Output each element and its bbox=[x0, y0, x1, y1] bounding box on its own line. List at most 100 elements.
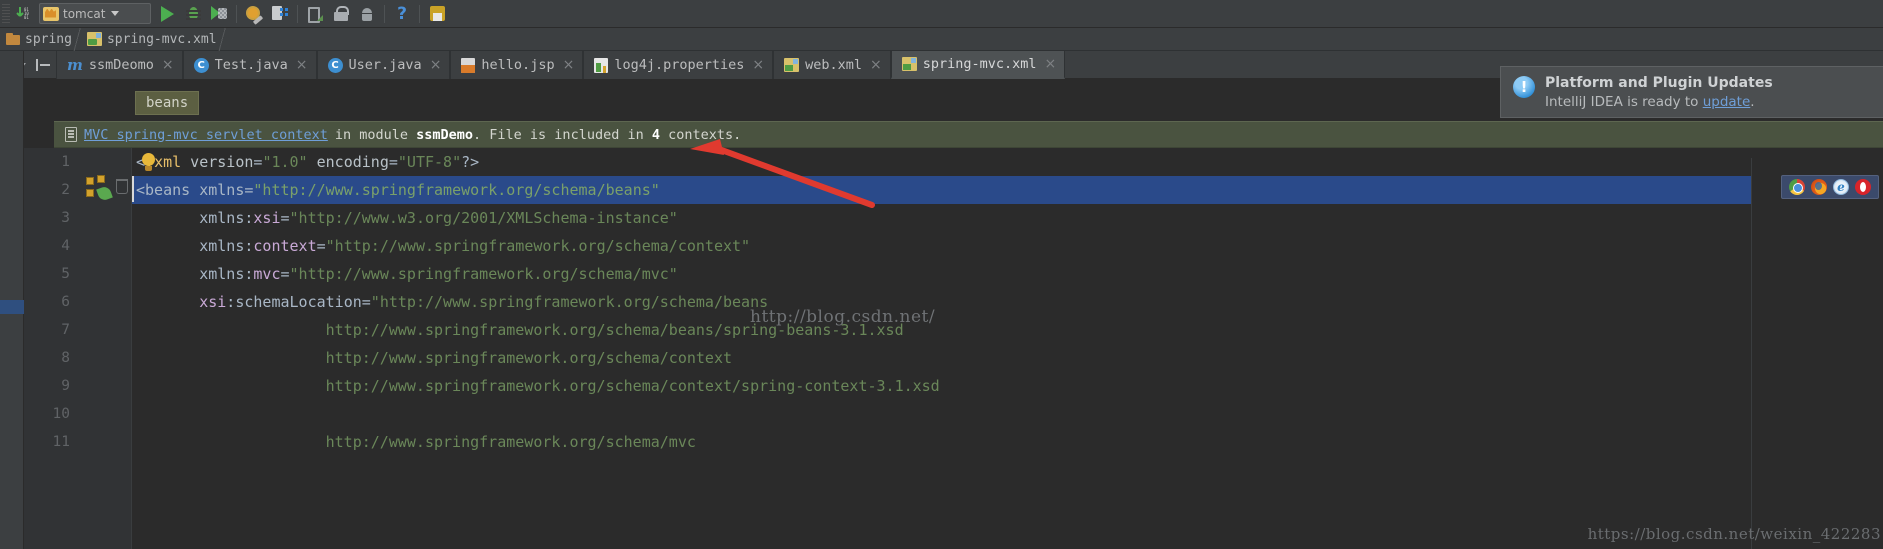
notification-title: Platform and Plugin Updates bbox=[1545, 75, 1773, 91]
tab-ssmDeomo[interactable]: m ssmDeomo × bbox=[56, 51, 183, 79]
code-token: "http://www.springframework.org/schema/b… bbox=[370, 293, 769, 311]
tab-hello-jsp[interactable]: hello.jsp × bbox=[450, 51, 584, 79]
lock-button[interactable] bbox=[328, 2, 354, 26]
editor-left-stripe bbox=[0, 51, 24, 549]
notification-body: IntelliJ IDEA is ready to update. bbox=[1545, 93, 1773, 112]
breadcrumb-item-spring[interactable]: spring bbox=[0, 27, 82, 51]
code-token: mvc bbox=[253, 265, 281, 283]
tab-close-icon[interactable]: × bbox=[162, 58, 174, 72]
code-token: "http://www.springframework.org/schema/m… bbox=[289, 265, 678, 283]
toolbar-separator bbox=[297, 4, 298, 23]
code-line[interactable]: http://www.springframework.org/schema/co… bbox=[132, 344, 732, 372]
code-token: "1.0" bbox=[262, 153, 308, 171]
editor-gutter[interactable]: 1 2 3 4 5 6 7 8 9 10 11 bbox=[24, 148, 132, 549]
code-line[interactable]: xmlns:xsi="http://www.w3.org/2001/XMLSch… bbox=[132, 204, 678, 232]
tab-log4j-properties[interactable]: log4j.properties × bbox=[583, 51, 774, 79]
debug-button[interactable] bbox=[180, 2, 206, 26]
lock-icon bbox=[334, 6, 349, 21]
code-line[interactable] bbox=[132, 400, 136, 428]
tab-close-icon[interactable]: × bbox=[870, 58, 882, 72]
run-with-coverage-button[interactable] bbox=[206, 2, 232, 26]
line-number: 8 bbox=[61, 350, 70, 366]
tab-close-icon[interactable]: × bbox=[296, 58, 308, 72]
code-token: xsi bbox=[253, 209, 281, 227]
code-line[interactable]: http://www.springframework.org/schema/co… bbox=[132, 372, 940, 400]
line-number: 4 bbox=[61, 238, 70, 254]
tab-User-java[interactable]: User.java × bbox=[316, 51, 451, 79]
code-line[interactable]: xmlns:context="http://www.springframewor… bbox=[132, 232, 750, 260]
save-all-button[interactable] bbox=[424, 2, 450, 26]
code-folding-strip[interactable] bbox=[112, 148, 132, 549]
notification-popup[interactable]: Platform and Plugin Updates IntelliJ IDE… bbox=[1500, 66, 1883, 118]
intention-lightbulb-icon[interactable] bbox=[140, 153, 157, 171]
code-line[interactable]: http://www.springframework.org/schema/be… bbox=[132, 316, 904, 344]
tab-close-icon[interactable]: × bbox=[1045, 57, 1057, 71]
sdk-manager-icon bbox=[272, 6, 288, 21]
red-arrow-annotation bbox=[690, 139, 875, 208]
line-number: 7 bbox=[61, 322, 70, 338]
code-line[interactable]: <?xml version="1.0" encoding="UTF-8"?> bbox=[132, 148, 479, 176]
xml-file-icon bbox=[901, 57, 917, 71]
breadcrumb-item-spring-mvc-xml[interactable]: spring-mvc.xml bbox=[81, 27, 227, 51]
context-link[interactable]: MVC spring-mvc servlet context bbox=[84, 127, 328, 143]
code-token: = bbox=[361, 293, 371, 311]
tab-close-icon[interactable]: × bbox=[430, 58, 442, 72]
code-line[interactable]: http://www.springframework.org/schema/mv… bbox=[132, 428, 696, 456]
context-file-icon bbox=[65, 127, 77, 142]
run-button[interactable] bbox=[154, 2, 180, 26]
tab-close-icon[interactable]: × bbox=[752, 58, 764, 72]
code-token: http://www.springframework.org/schema/mv… bbox=[325, 433, 696, 451]
chevron-down-icon bbox=[111, 11, 120, 16]
code-token: beans bbox=[145, 181, 191, 199]
jsp-file-icon bbox=[461, 57, 476, 73]
context-description: in module ssmDemo. File is included in 4… bbox=[335, 127, 741, 143]
tab-label: Test.java bbox=[214, 57, 288, 73]
run-configuration-selector[interactable]: tomcat bbox=[39, 3, 151, 24]
code-token: = bbox=[280, 265, 290, 283]
code-token: context bbox=[253, 237, 317, 255]
code-token: < bbox=[136, 181, 146, 199]
code-token: xsi bbox=[199, 293, 227, 311]
tab-close-icon[interactable]: × bbox=[563, 58, 575, 72]
editor-right-gutter[interactable] bbox=[1751, 158, 1883, 549]
code-token: ?> bbox=[461, 153, 480, 171]
android-device-button[interactable] bbox=[354, 2, 380, 26]
beans-tooltip: beans bbox=[135, 91, 200, 115]
project-structure-button[interactable] bbox=[241, 2, 267, 26]
code-line[interactable]: xsi:schemaLocation="http://www.springfra… bbox=[132, 288, 768, 316]
run-with-coverage-icon bbox=[211, 6, 227, 21]
spring-bean-gutter-icon[interactable] bbox=[86, 175, 116, 203]
code-token: http://www.springframework.org/schema/be… bbox=[325, 321, 904, 339]
code-token: http://www.springframework.org/schema/co… bbox=[325, 377, 940, 395]
line-number: 10 bbox=[52, 406, 70, 422]
help-button[interactable]: ? bbox=[389, 2, 415, 26]
bean-marker-square bbox=[86, 189, 94, 197]
code-line[interactable]: xmlns:mvc="http://www.springframework.or… bbox=[132, 260, 678, 288]
code-content[interactable]: <?xml version="1.0" encoding="UTF-8"?> <b… bbox=[132, 148, 1775, 549]
update-project-icon: 01 10 01 bbox=[16, 6, 29, 20]
avd-manager-button[interactable] bbox=[302, 2, 328, 26]
run-configuration-name: tomcat bbox=[63, 6, 106, 21]
java-class-icon bbox=[193, 57, 209, 73]
internet-explorer-icon[interactable] bbox=[1833, 179, 1849, 195]
tab-web-xml[interactable]: web.xml × bbox=[773, 51, 891, 79]
chrome-icon[interactable] bbox=[1789, 179, 1805, 195]
opera-icon[interactable] bbox=[1855, 179, 1871, 195]
code-editor: beans MVC spring-mvc servlet context in … bbox=[24, 79, 1883, 549]
update-project-button[interactable]: 01 10 01 bbox=[10, 2, 36, 26]
line-number: 9 bbox=[61, 378, 70, 394]
tab-label: ssmDeomo bbox=[88, 57, 154, 73]
notification-update-link[interactable]: update bbox=[1703, 94, 1751, 110]
collapse-all-button[interactable] bbox=[30, 51, 56, 78]
tab-spring-mvc-xml[interactable]: spring-mvc.xml × bbox=[890, 51, 1066, 79]
fold-region-marker[interactable] bbox=[116, 179, 128, 194]
code-line[interactable]: <beans xmlns="http://www.springframework… bbox=[132, 176, 660, 204]
tab-label: User.java bbox=[348, 57, 422, 73]
module-icon: m bbox=[67, 55, 83, 74]
firefox-icon[interactable] bbox=[1811, 179, 1827, 195]
notification-body-after: . bbox=[1750, 94, 1755, 110]
toolbar-drag-handle[interactable] bbox=[2, 3, 10, 24]
tab-Test-java[interactable]: Test.java × bbox=[182, 51, 317, 79]
toolbar-separator bbox=[384, 4, 385, 23]
sdk-manager-button[interactable] bbox=[267, 2, 293, 26]
